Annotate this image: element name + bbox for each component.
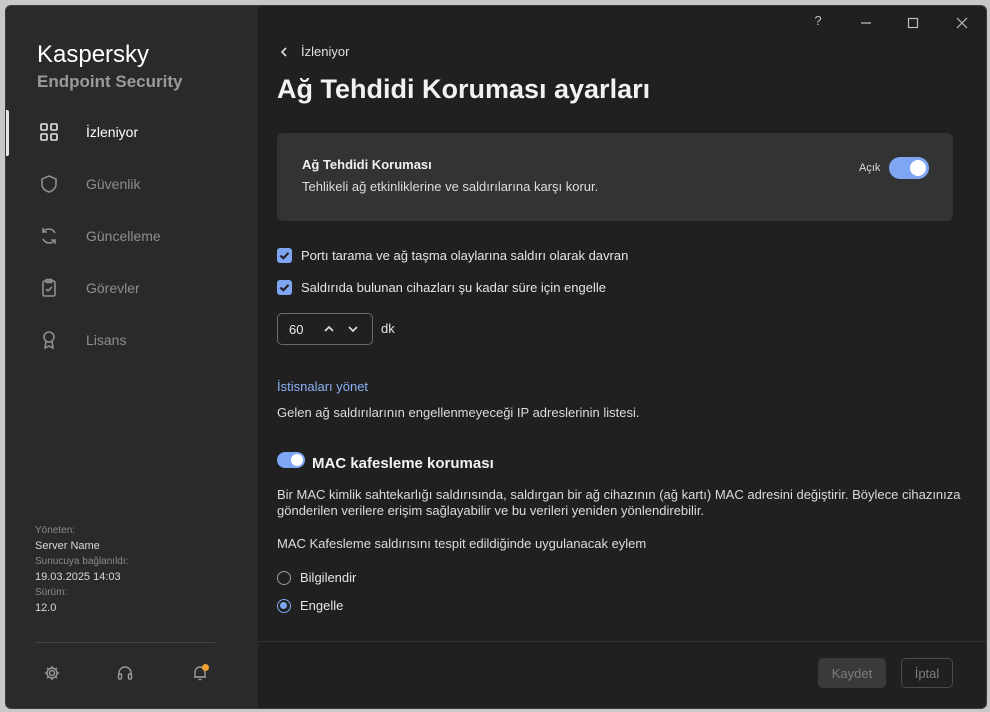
help-button[interactable]: ? bbox=[804, 13, 832, 33]
port-scan-option[interactable]: Portı tarama ve ağ taşma olaylarına sald… bbox=[277, 248, 628, 263]
block-devices-checkbox[interactable] bbox=[277, 280, 292, 295]
sidebar-item-license[interactable]: Lisans bbox=[6, 316, 258, 364]
award-icon bbox=[43, 331, 55, 350]
protection-card: Ağ Tehdidi Koruması Tehlikeli ağ etkinli… bbox=[277, 133, 953, 221]
shield-icon bbox=[41, 175, 57, 193]
sidebar-divider bbox=[35, 642, 215, 643]
radio-label: Engelle bbox=[300, 598, 344, 613]
port-scan-checkbox[interactable] bbox=[277, 248, 292, 263]
headset-icon[interactable] bbox=[116, 664, 134, 682]
version-label: Sürüm: bbox=[35, 587, 68, 598]
managed-by-value: Server Name bbox=[35, 540, 100, 552]
port-scan-label: Portı tarama ve ağ taşma olaylarına sald… bbox=[301, 248, 629, 263]
checkmark-icon bbox=[279, 252, 290, 260]
card-description: Tehlikeli ağ etkinliklerine ve saldırıla… bbox=[302, 179, 599, 194]
manage-exclusions-link[interactable]: İstisnaları yönet bbox=[277, 379, 368, 394]
maximize-icon[interactable] bbox=[899, 13, 927, 33]
refresh-icon bbox=[42, 228, 56, 244]
connected-label: Sunucuya bağlanıldı: bbox=[35, 556, 129, 567]
chevron-up-icon[interactable] bbox=[322, 322, 336, 336]
radio-button-selected[interactable] bbox=[277, 598, 291, 613]
radio-block[interactable]: Engelle bbox=[277, 598, 343, 613]
back-link[interactable]: İzleniyor bbox=[278, 44, 349, 59]
toggle-knob bbox=[910, 160, 926, 176]
app-window: Kaspersky Endpoint Security İzleniyor Gü… bbox=[5, 5, 987, 709]
chevron-down-icon[interactable] bbox=[346, 322, 360, 336]
sidebar-item-label: Güncelleme bbox=[86, 228, 161, 244]
toggle-knob bbox=[291, 454, 303, 466]
mac-action-label: MAC Kafesleme saldırısını tespit edildiğ… bbox=[277, 536, 647, 551]
connected-value: 19.03.2025 14:03 bbox=[35, 571, 121, 583]
sidebar-item-label: Lisans bbox=[86, 332, 127, 348]
footer-divider bbox=[258, 641, 986, 642]
page-title: Ağ Tehdidi Koruması ayarları bbox=[277, 74, 651, 104]
brand-name: Kaspersky bbox=[37, 41, 150, 68]
block-devices-label: Saldırıda bulunan cihazları şu kadar sür… bbox=[301, 280, 606, 295]
duration-stepper[interactable]: 60 bbox=[277, 313, 373, 345]
sidebar-item-update[interactable]: Güncelleme bbox=[6, 212, 258, 260]
card-title: Ağ Tehdidi Koruması bbox=[302, 157, 432, 172]
radio-notify[interactable]: Bilgilendir bbox=[277, 570, 356, 585]
back-label: İzleniyor bbox=[301, 44, 350, 59]
radio-label: Bilgilendir bbox=[300, 570, 357, 585]
version-value: 12.0 bbox=[35, 602, 57, 614]
dashboard-icon bbox=[40, 123, 58, 141]
mac-protection-toggle[interactable] bbox=[277, 452, 305, 468]
duration-value[interactable]: 60 bbox=[289, 322, 303, 337]
radio-button[interactable] bbox=[277, 570, 291, 585]
sidebar: Kaspersky Endpoint Security İzleniyor Gü… bbox=[6, 6, 258, 708]
block-devices-option[interactable]: Saldırıda bulunan cihazları şu kadar sür… bbox=[277, 280, 606, 295]
minimize-icon[interactable] bbox=[852, 13, 880, 33]
managed-by-label: Yöneten: bbox=[35, 525, 76, 536]
connection-info: Yöneten: Server Name Sunucuya bağlanıldı… bbox=[35, 524, 128, 617]
protection-toggle[interactable] bbox=[889, 157, 929, 179]
brand: Kaspersky Endpoint Security bbox=[37, 42, 182, 93]
chevron-left-icon bbox=[280, 46, 287, 57]
sidebar-item-label: Görevler bbox=[86, 280, 140, 296]
gear-icon[interactable] bbox=[43, 664, 61, 682]
toggle-state-label: Açık bbox=[859, 162, 881, 174]
clipboard-icon bbox=[42, 278, 56, 297]
duration-unit: dk bbox=[381, 321, 395, 336]
brand-product: Endpoint Security bbox=[37, 72, 183, 91]
mac-section-title: MAC kafesleme koruması bbox=[312, 455, 494, 472]
mac-description: Bir MAC kimlik sahtekarlığı saldırısında… bbox=[277, 487, 961, 518]
sidebar-item-label: İzleniyor bbox=[86, 124, 139, 140]
exclusions-description: Gelen ağ saldırılarının engellenmeyeceği… bbox=[277, 405, 640, 420]
sidebar-item-security[interactable]: Güvenlik bbox=[6, 160, 258, 208]
cancel-button[interactable]: İptal bbox=[901, 658, 953, 688]
save-button[interactable]: Kaydet bbox=[818, 658, 886, 688]
sidebar-item-monitoring[interactable]: İzleniyor bbox=[6, 108, 258, 156]
close-icon[interactable] bbox=[948, 13, 976, 33]
checkmark-icon bbox=[279, 284, 290, 292]
radio-dot bbox=[280, 601, 287, 609]
sidebar-item-label: Güvenlik bbox=[86, 176, 141, 192]
sidebar-item-tasks[interactable]: Görevler bbox=[6, 264, 258, 312]
notification-badge bbox=[202, 664, 209, 671]
